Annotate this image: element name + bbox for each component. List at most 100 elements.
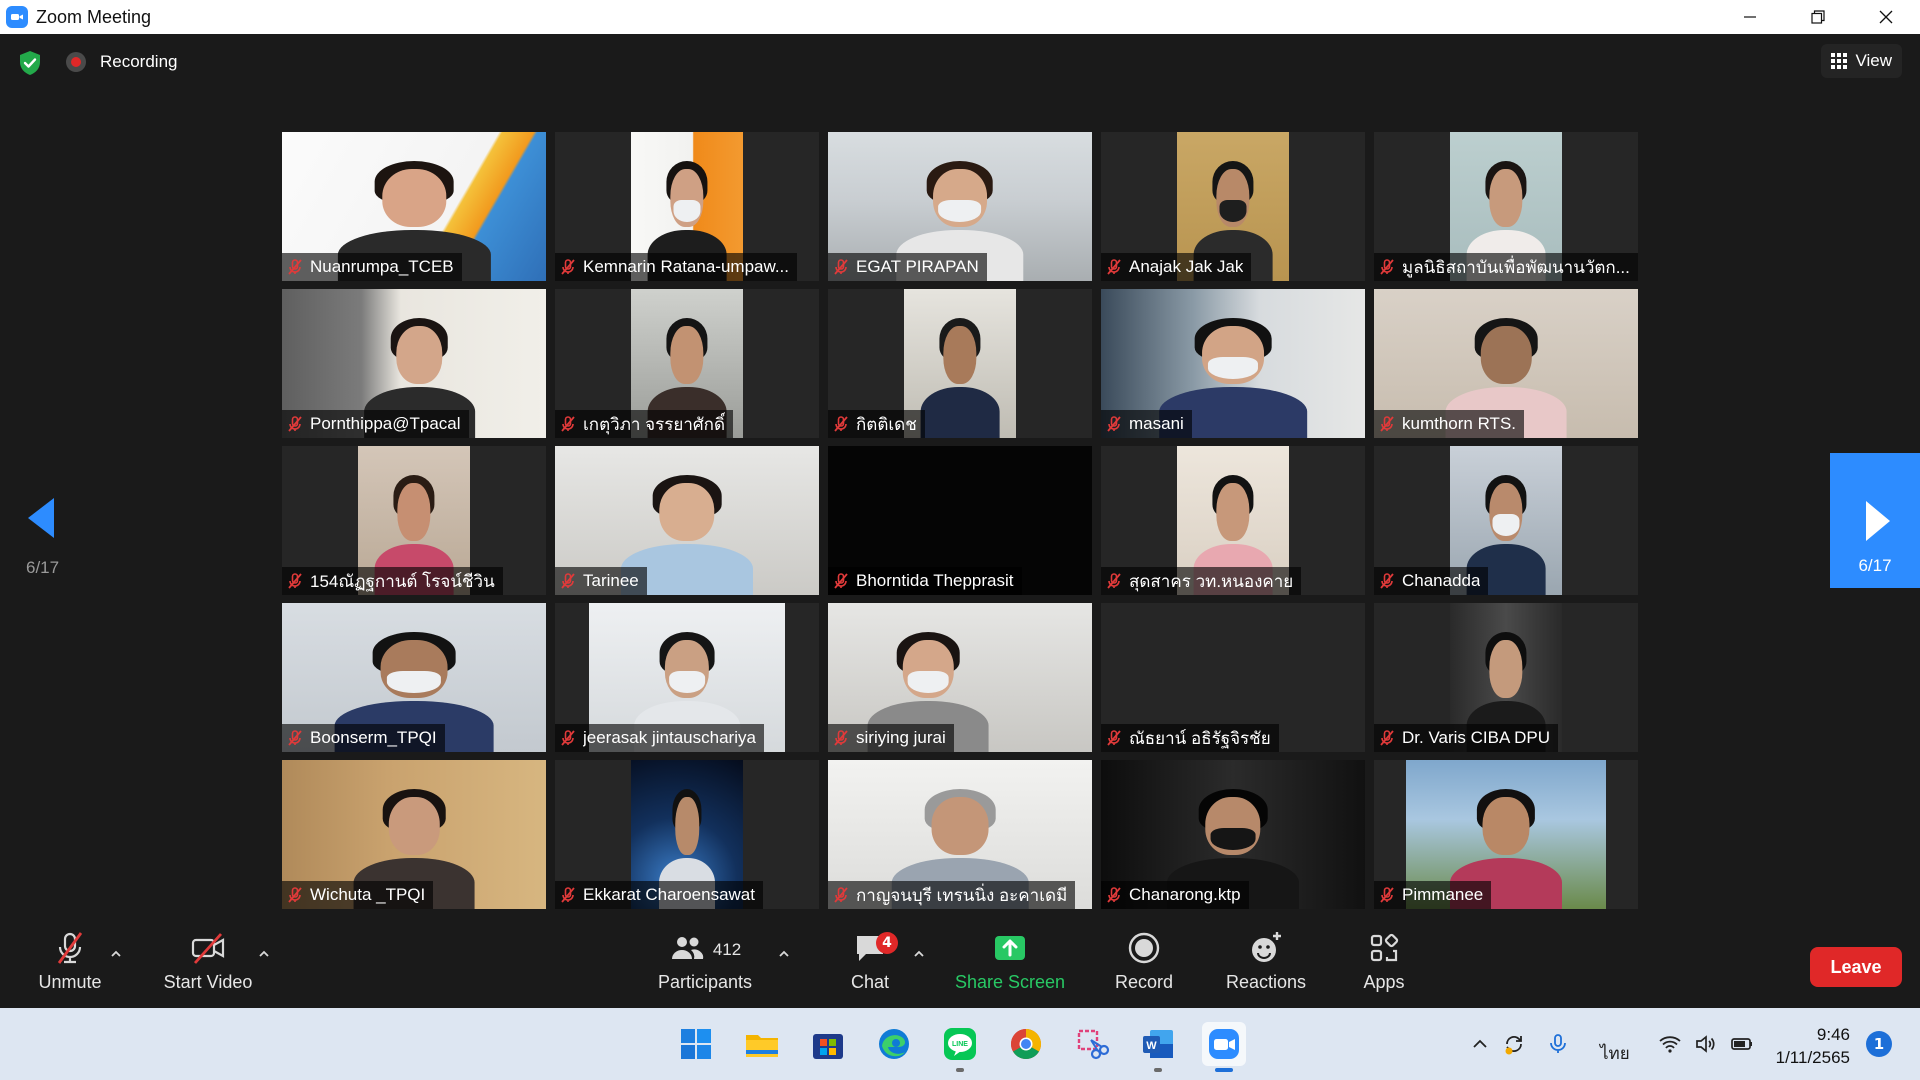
participant-tile[interactable]: Pornthippa@Tpacal xyxy=(282,289,546,438)
taskbar-line[interactable]: LINE xyxy=(938,1022,982,1072)
notification-badge[interactable]: 1 xyxy=(1866,1031,1892,1057)
taskbar-chrome[interactable] xyxy=(1004,1022,1048,1066)
sync-tray-button[interactable] xyxy=(1502,1032,1526,1056)
snipping-tool-icon xyxy=(1077,1029,1110,1060)
running-indicator xyxy=(1154,1068,1162,1072)
participant-tile[interactable]: สุดสาคร วท.หนองคาย xyxy=(1101,446,1365,595)
unmute-label: Unmute xyxy=(38,972,102,992)
participant-name: Wichuta _TPQI xyxy=(310,885,426,904)
start-video-label: Start Video xyxy=(163,972,253,992)
minimize-button[interactable] xyxy=(1716,0,1784,34)
battery-tray-button[interactable] xyxy=(1730,1032,1754,1056)
recording-indicator[interactable]: Recording xyxy=(66,52,178,72)
participant-name: กิตติเดช xyxy=(856,414,917,434)
taskbar-snipping-tool[interactable] xyxy=(1070,1022,1114,1066)
view-button[interactable]: View xyxy=(1821,44,1902,78)
participant-tile[interactable]: Dr. Varis CIBA DPU xyxy=(1374,603,1638,752)
word-icon: W xyxy=(1143,1030,1173,1058)
participant-tile[interactable]: Kemnarin Ratana-umpaw... xyxy=(555,132,819,281)
record-button[interactable]: Record xyxy=(1104,918,1184,1008)
participant-name: Ekkarat Charoensawat xyxy=(583,885,755,904)
show-hidden-icons-button[interactable] xyxy=(1468,1032,1492,1056)
previous-page-button[interactable]: 6/17 xyxy=(20,498,68,588)
next-page-button[interactable]: 6/17 xyxy=(1830,453,1920,588)
audio-options-caret[interactable] xyxy=(108,946,124,962)
apps-button[interactable]: Apps xyxy=(1344,918,1424,1008)
participant-tile[interactable]: EGAT PIRAPAN xyxy=(828,132,1092,281)
input-language-indicator[interactable]: ไทย xyxy=(1600,1040,1630,1067)
participant-tile[interactable]: Pimmanee xyxy=(1374,760,1638,909)
participant-tile[interactable]: Bhorntida Thepprasit xyxy=(828,446,1092,595)
record-label: Record xyxy=(1114,972,1174,992)
restore-button[interactable] xyxy=(1784,0,1852,34)
participant-name-tag: Bhorntida Thepprasit xyxy=(828,567,1022,595)
muted-mic-icon xyxy=(288,259,302,275)
participant-tile[interactable]: เกตุวิภา จรรยาศักดิ์ xyxy=(555,289,819,438)
microphone-tray-button[interactable] xyxy=(1546,1032,1570,1056)
window-title: Zoom Meeting xyxy=(36,6,152,27)
participant-name-tag: Kemnarin Ratana-umpaw... xyxy=(555,253,797,281)
meeting-toolbar: Unmute Start Video 412 Participants 4 Ch… xyxy=(0,918,1920,1008)
participant-tile[interactable]: Anajak Jak Jak xyxy=(1101,132,1365,281)
participant-name: สุดสาคร วท.หนองคาย xyxy=(1129,571,1294,591)
reactions-button[interactable]: Reactions xyxy=(1216,918,1316,1008)
participant-tile[interactable]: Wichuta _TPQI xyxy=(282,760,546,909)
taskbar-word[interactable]: W xyxy=(1136,1022,1180,1072)
network-tray-button[interactable] xyxy=(1658,1032,1682,1056)
participant-name: Chanarong.ktp xyxy=(1129,885,1241,904)
muted-mic-icon xyxy=(1107,730,1121,746)
svg-text:LINE: LINE xyxy=(952,1041,968,1048)
participant-tile[interactable]: siriying jurai xyxy=(828,603,1092,752)
muted-mic-icon xyxy=(834,416,848,432)
participants-button[interactable]: 412 Participants xyxy=(650,918,760,1008)
taskbar-clock[interactable]: 9:46 1/11/2565 xyxy=(1774,1023,1850,1069)
taskbar-microsoft-store[interactable] xyxy=(806,1022,850,1066)
muted-mic-icon xyxy=(834,887,848,903)
participant-tile[interactable]: มูลนิธิสถาบันเพื่อพัฒนานวัตก... xyxy=(1374,132,1638,281)
share-screen-button[interactable]: Share Screen xyxy=(950,918,1070,1008)
taskbar-edge[interactable] xyxy=(872,1022,916,1066)
participant-tile[interactable]: Nuanrumpa_TCEB xyxy=(282,132,546,281)
participant-tile[interactable]: jeerasak jintauschariya xyxy=(555,603,819,752)
volume-tray-button[interactable] xyxy=(1694,1032,1718,1056)
participant-tile[interactable]: masani xyxy=(1101,289,1365,438)
taskbar-file-explorer[interactable] xyxy=(740,1022,784,1066)
participant-name-tag: Nuanrumpa_TCEB xyxy=(282,253,462,281)
start-button[interactable] xyxy=(674,1022,718,1066)
encryption-shield-icon[interactable] xyxy=(18,50,42,76)
participant-name-tag: สุดสาคร วท.หนองคาย xyxy=(1101,567,1302,595)
video-options-caret[interactable] xyxy=(256,946,272,962)
windows-taskbar: LINE W ไทย 9:46 1/11/2565 1 xyxy=(0,1008,1920,1080)
chat-options-caret[interactable] xyxy=(911,946,927,962)
speaker-icon xyxy=(1696,1035,1715,1053)
participant-tile[interactable]: ณัธยาน์ อธิรัฐจิรชัย xyxy=(1101,603,1365,752)
chat-button[interactable]: 4 Chat xyxy=(830,918,910,1008)
chevron-up-icon xyxy=(111,950,121,957)
muted-mic-icon xyxy=(288,416,302,432)
participant-tile[interactable]: 154ณัฏฐกานต์ โรจน์ชีวิน xyxy=(282,446,546,595)
muted-mic-icon xyxy=(1107,416,1121,432)
unmute-button[interactable]: Unmute xyxy=(30,918,110,1008)
participant-tile[interactable]: Chanarong.ktp xyxy=(1101,760,1365,909)
window-titlebar: Zoom Meeting xyxy=(0,0,1920,34)
participant-tile[interactable]: Chanadda xyxy=(1374,446,1638,595)
clock-time: 9:46 xyxy=(1816,1025,1850,1044)
participant-tile[interactable]: Tarinee xyxy=(555,446,819,595)
page-indicator-left: 6/17 xyxy=(26,558,60,577)
participants-options-caret[interactable] xyxy=(776,946,792,962)
chevron-up-icon xyxy=(914,950,924,957)
participant-tile[interactable]: กาญจนบุรี เทรนนิ่ง อะคาเดมี xyxy=(828,760,1092,909)
close-window-button[interactable] xyxy=(1852,0,1920,34)
participant-tile[interactable]: Boonserm_TPQI xyxy=(282,603,546,752)
chat-label: Chat xyxy=(850,972,890,992)
participant-tile[interactable]: Ekkarat Charoensawat xyxy=(555,760,819,909)
start-video-button[interactable]: Start Video xyxy=(156,918,260,1008)
arrow-right-icon xyxy=(1866,501,1890,541)
taskbar-zoom[interactable] xyxy=(1202,1022,1246,1072)
participant-tile[interactable]: กิตติเดช xyxy=(828,289,1092,438)
chevron-up-icon xyxy=(1473,1039,1487,1048)
participant-name: Tarinee xyxy=(583,571,639,590)
participant-tile[interactable]: kumthorn RTS. xyxy=(1374,289,1638,438)
leave-button[interactable]: Leave xyxy=(1810,947,1902,987)
participant-name-tag: กาญจนบุรี เทรนนิ่ง อะคาเดมี xyxy=(828,881,1076,909)
